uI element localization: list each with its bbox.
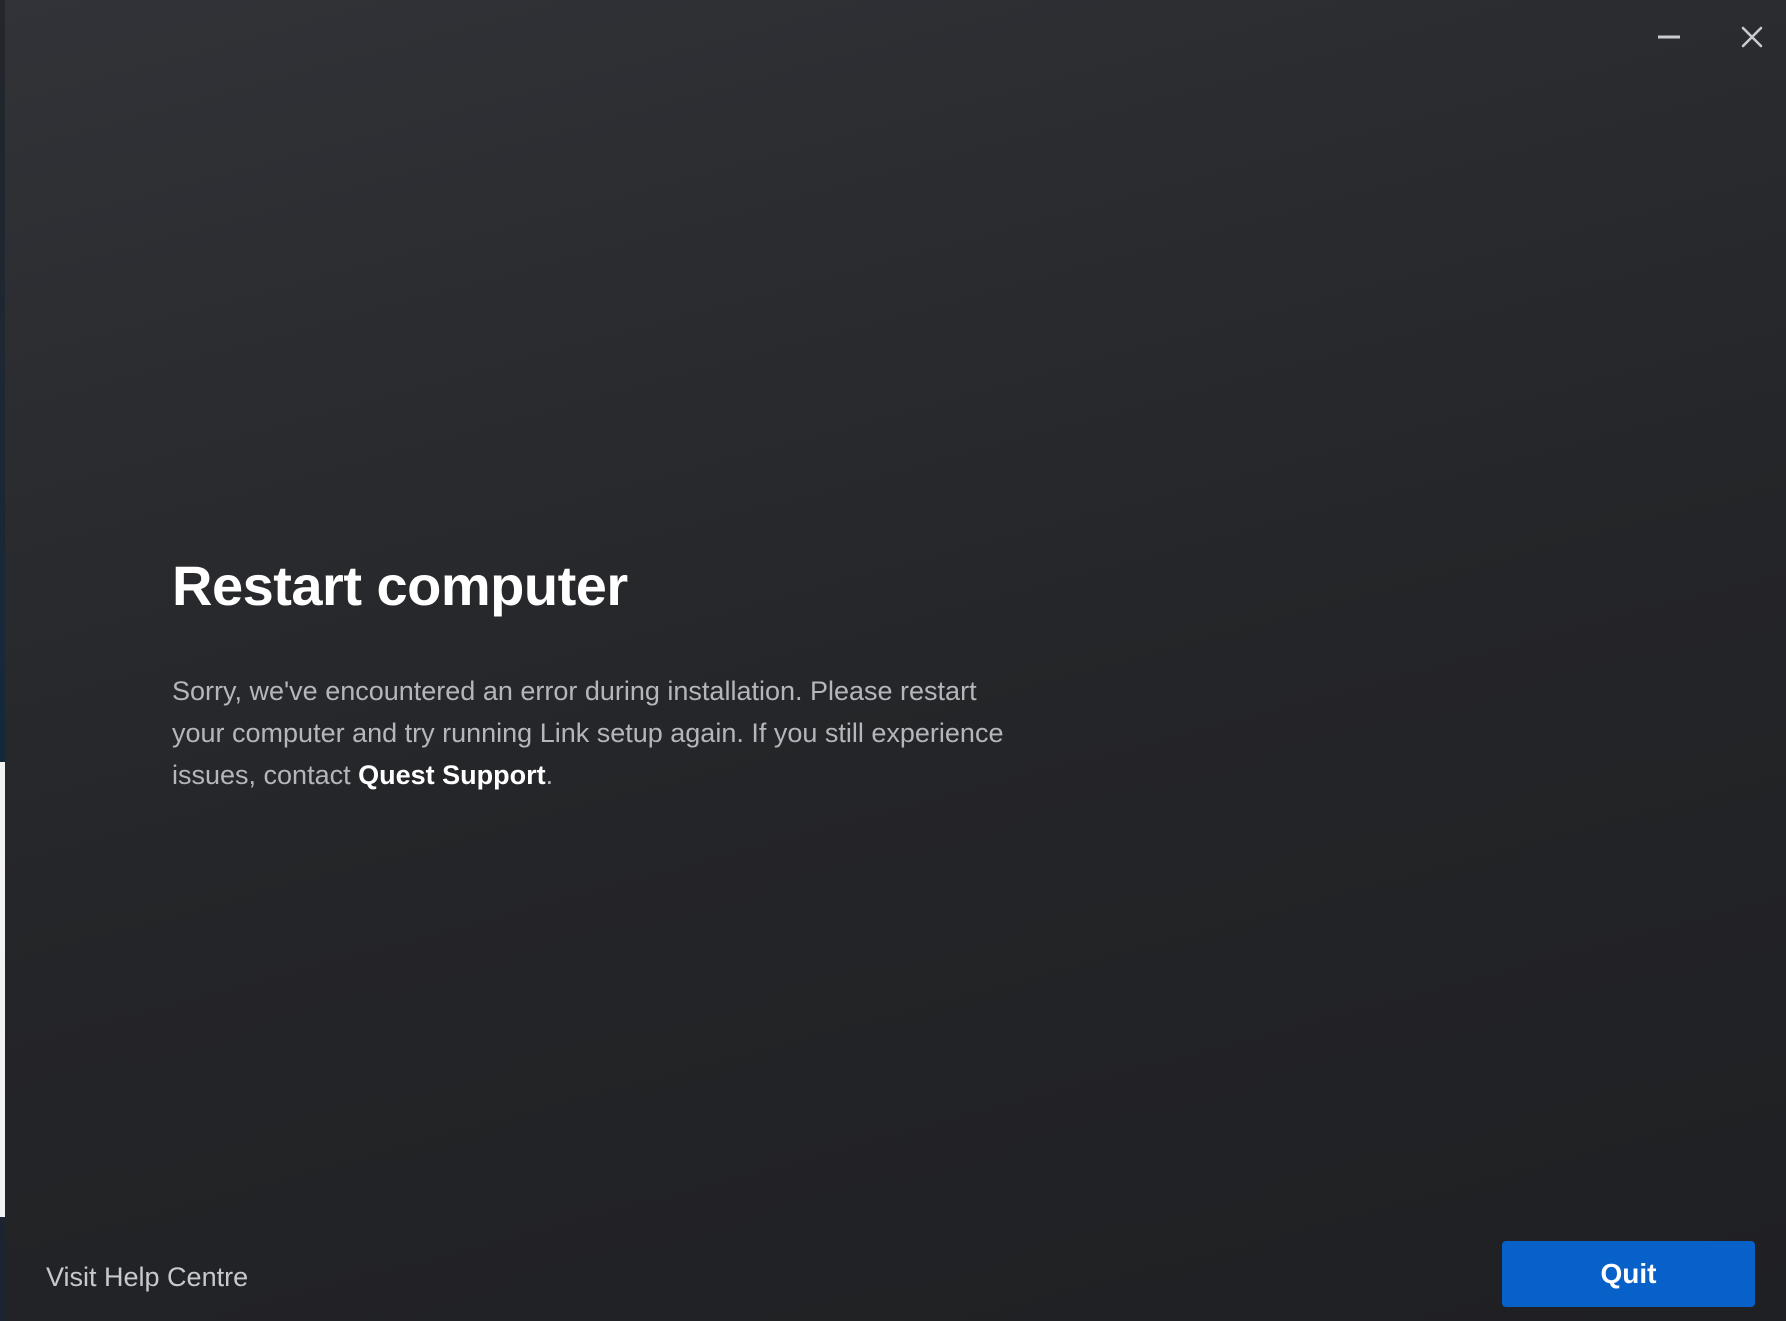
page-title: Restart computer [172,554,628,617]
visit-help-centre-link[interactable]: Visit Help Centre [46,1258,248,1296]
quit-button[interactable]: Quit [1502,1241,1755,1307]
dialog-content: Restart computer Sorry, we've encountere… [172,548,1052,796]
minimize-button[interactable] [1646,14,1692,60]
close-button[interactable] [1729,14,1775,60]
minimize-icon [1658,35,1680,39]
page: Restart computer Sorry, we've encountere… [0,0,1786,1321]
setup-window: Restart computer Sorry, we've encountere… [5,0,1786,1321]
quest-support-link[interactable]: Quest Support [358,760,546,790]
error-message: Sorry, we've encountered an error during… [172,670,1032,796]
error-message-text: Sorry, we've encountered an error during… [172,676,1004,790]
error-message-end: . [545,760,554,790]
close-icon [1741,26,1763,48]
